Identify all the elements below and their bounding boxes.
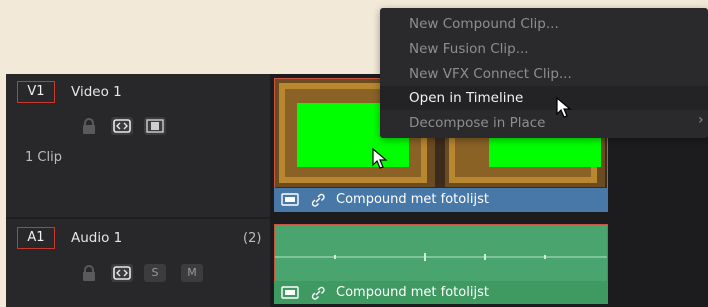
video-track-tag[interactable]: V1: [17, 81, 55, 103]
menu-item-new-vfx-connect-clip[interactable]: New VFX Connect Clip...: [380, 62, 708, 86]
audio-waveform: [275, 253, 607, 261]
audio-clip-label-bar[interactable]: Compound met fotolijst: [274, 281, 608, 304]
video-clip-count: 1 Clip: [25, 150, 62, 165]
menu-item-new-fusion-clip[interactable]: New Fusion Clip...: [380, 37, 708, 61]
auto-select-icon[interactable]: [111, 117, 133, 135]
link-icon: [310, 285, 326, 301]
auto-select-icon[interactable]: [111, 264, 133, 282]
solo-button[interactable]: S: [144, 264, 166, 282]
mute-button[interactable]: M: [181, 264, 203, 282]
lock-icon[interactable]: [82, 265, 96, 281]
mouse-pointer-icon: [556, 96, 572, 119]
video-clip-label-bar[interactable]: Compound met fotolijst: [274, 188, 608, 212]
audio-clip-label: Compound met fotolijst: [336, 285, 489, 300]
film-strip-icon[interactable]: [144, 117, 166, 135]
lock-icon[interactable]: [82, 118, 96, 134]
video-track-name[interactable]: Video 1: [71, 84, 122, 100]
mouse-pointer-icon: [372, 147, 388, 170]
video-clip-label: Compound met fotolijst: [336, 192, 489, 207]
clip-icon: [281, 285, 299, 300]
audio-track-tag[interactable]: A1: [17, 227, 55, 249]
context-menu: New Compound Clip... New Fusion Clip... …: [380, 8, 708, 138]
submenu-arrow-icon: ›: [698, 112, 704, 128]
menu-item-new-compound-clip[interactable]: New Compound Clip...: [380, 12, 708, 36]
menu-item-decompose-in-place[interactable]: Decompose in Place: [380, 111, 708, 135]
audio-track-name[interactable]: Audio 1: [71, 230, 122, 246]
clip-icon: [281, 192, 299, 207]
audio-channel-count: (2): [243, 231, 262, 246]
menu-item-open-in-timeline[interactable]: Open in Timeline: [380, 86, 708, 110]
link-icon: [310, 192, 326, 208]
